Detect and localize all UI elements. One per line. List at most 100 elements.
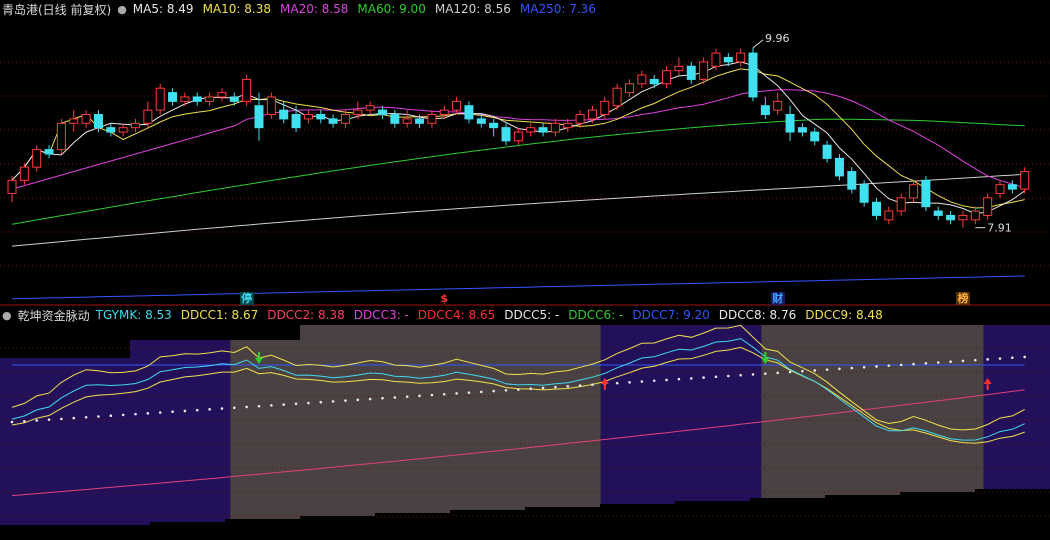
ddcc9-value: DDCC9: 8.48 (805, 308, 883, 322)
candle (859, 184, 869, 203)
ddcc8-dot (356, 398, 360, 402)
ddcc8-dot (480, 390, 483, 394)
candle (785, 114, 795, 133)
candle (118, 127, 128, 133)
ddcc8-dot (936, 361, 940, 364)
ddcc8-dot (307, 401, 310, 405)
settings-circle-icon[interactable]: ● (2, 309, 12, 322)
ddcc8-dot (504, 388, 508, 392)
candle (44, 149, 54, 155)
candle (699, 61, 709, 80)
candle (69, 118, 79, 124)
ddcc8-dot (739, 373, 742, 377)
candle (205, 96, 215, 102)
candle (563, 122, 573, 129)
sub-indicator-header: ● 乾坤资金脉动 TGYMK: 8.53 DDCC1: 8.67 DDCC2: … (0, 306, 1050, 324)
ma250-value: MA250: 7.36 (519, 2, 596, 16)
ma5-value: MA5: 8.49 (132, 2, 194, 16)
ddcc8-dot (368, 397, 372, 401)
ddcc8-dot (998, 357, 1002, 360)
event-marker-suspend[interactable]: 停 (239, 292, 254, 305)
ddcc8-dot (257, 404, 261, 408)
candle (476, 118, 486, 124)
ddcc8-dot (714, 375, 718, 379)
ddcc8-dot (245, 405, 248, 409)
ddcc8-dot (455, 392, 458, 395)
ddcc8-dot (825, 368, 829, 371)
ddcc8-dot (220, 407, 224, 410)
candle (872, 201, 881, 216)
ddcc8-dot (1011, 356, 1014, 360)
event-marker-list[interactable]: 榜 (955, 292, 970, 305)
candle (81, 114, 91, 124)
ddcc8-dot (665, 378, 668, 382)
candle (946, 214, 956, 221)
ddcc8-dot (628, 381, 631, 384)
ma60-value: MA60: 9.00 (357, 2, 426, 16)
settings-circle-icon[interactable]: ● (117, 3, 127, 16)
candle (649, 78, 659, 85)
ma10-value: MA10: 8.38 (202, 2, 271, 16)
candle (600, 100, 610, 116)
candle (847, 171, 857, 190)
stock-title: 青岛港(日线 前复权) (2, 2, 112, 17)
ddcc8-dot (442, 392, 446, 396)
candle (637, 74, 647, 85)
ddcc7-value: DDCC7: 9.20 (632, 308, 710, 322)
candle (19, 166, 29, 181)
ddcc8-dot (183, 409, 187, 413)
candle (686, 65, 696, 80)
ddcc8-dot (924, 361, 928, 365)
ddcc8-dot (35, 419, 38, 422)
kline-chart[interactable]: 9.96 7.91 (0, 0, 1050, 540)
ddcc8-dot (887, 364, 891, 367)
ma120-value: MA120: 8.56 (434, 2, 511, 16)
candle (662, 70, 672, 85)
ddcc8-dot (121, 413, 125, 417)
candle (464, 105, 474, 120)
ddcc8-dot (788, 370, 792, 374)
candle (587, 109, 597, 120)
candle (797, 127, 807, 133)
ddcc8-dot (912, 362, 915, 366)
candle (760, 105, 770, 116)
candle (513, 131, 523, 142)
candle (427, 114, 437, 124)
candle (995, 184, 1005, 194)
candle (773, 100, 783, 111)
main-indicator-header: 青岛港(日线 前复权) ● MA5: 8.49 MA10: 8.38 MA20:… (0, 0, 1050, 18)
ddcc8-dot (813, 369, 817, 372)
candle (279, 109, 289, 120)
candle (958, 214, 968, 221)
ddcc8-dot (381, 396, 384, 400)
candle (674, 65, 684, 72)
candle (711, 52, 721, 67)
ddcc8-dot (961, 359, 965, 363)
ddcc8-dot (331, 400, 335, 403)
candle (921, 179, 931, 208)
candle (1007, 184, 1017, 190)
ddcc8-dot (294, 402, 298, 406)
ddcc8-dot (23, 419, 26, 423)
ddcc8-dot (47, 418, 51, 421)
candle (131, 122, 140, 129)
candle (143, 109, 153, 124)
candle (884, 210, 894, 221)
event-marker-finance[interactable]: 财 (770, 292, 785, 305)
candle (810, 131, 820, 142)
candle (501, 127, 511, 142)
candle (909, 184, 919, 199)
annotation-label: 7.91 (987, 222, 1012, 235)
candle (736, 52, 746, 63)
candle (229, 96, 239, 102)
candle (365, 105, 375, 111)
candle (316, 114, 326, 120)
candle (526, 127, 536, 133)
ddcc8-dot (84, 415, 88, 419)
candle (217, 92, 227, 98)
ddcc8-dot (109, 414, 113, 418)
candle (970, 210, 980, 221)
event-marker-dividend[interactable]: $ (437, 292, 451, 305)
ddcc3-value: DDCC3: - (353, 308, 409, 322)
ddcc8-dot (875, 365, 878, 368)
